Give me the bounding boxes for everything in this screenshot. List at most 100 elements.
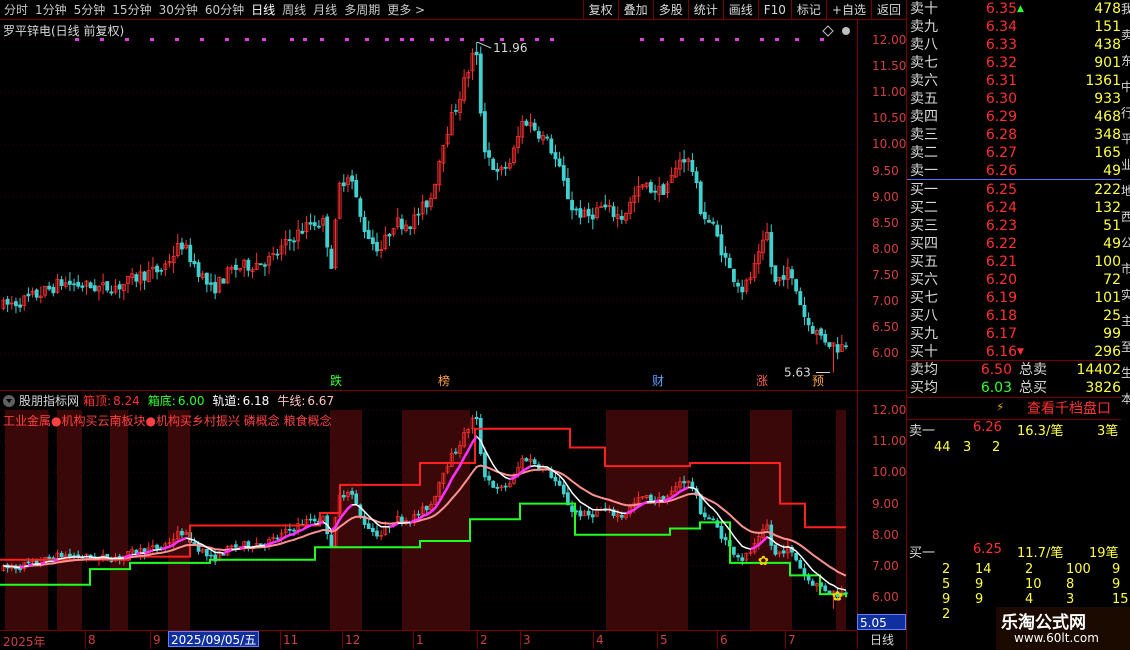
candle-body [723,252,728,258]
low-price-label: 5.63 [784,366,811,380]
buy-level-price: 6.18 [985,308,1017,324]
sell-level-row[interactable]: 卖二 6.27 165 [907,144,1121,162]
buy-level-row[interactable]: 买六 6.20 72 [907,271,1121,289]
toolbar-button[interactable]: +自选 [825,0,871,20]
period-tab[interactable]: 分时 [0,0,31,20]
date-tick-label: 4 [596,633,604,647]
price-axis: 12.00 11.50 11.00 10.50 10.00 9.50 9.00 8.50 8.0… [857,20,906,390]
date-tick-mark [85,631,86,649]
indicator-candle-body [619,515,624,518]
date-tick-label: 6 [720,633,728,647]
period-tab[interactable]: 60分钟 [201,0,247,20]
date-tick-mark [717,631,718,649]
view-full-depth-button[interactable]: 查看千档盘口 [1027,398,1111,418]
candlestick-chart[interactable]: 11.96 5.63 跌 榜 财 涨 预 [0,20,906,390]
side-strip-char: 实 [1121,288,1130,302]
candle-body [341,182,346,187]
toolbar-button[interactable]: 统计 [687,0,723,20]
sell1-avg: 16.3/笔 [1017,424,1064,439]
sell-level-volume: 468 [1094,109,1121,125]
sell-level-row[interactable]: 卖八 6.33 438 [907,36,1121,54]
signal-dot [460,38,464,41]
indicator-header: 股朋指标网 箱顶: 8.24 箱底: 6.00 轨道: 6.18 牛线: 6.67 [0,390,906,410]
sell-level-row[interactable]: 卖一 6.26 49 [907,162,1121,180]
toolbar-button[interactable]: 画线 [722,0,758,20]
sell-level-row[interactable]: 卖六 6.31 1361 [907,72,1121,90]
sell-level-row[interactable]: 卖十 6.35 ▲ 478 [907,0,1121,18]
toolbar-button[interactable]: 返回 [870,0,906,20]
sell-level-row[interactable]: 卖九 6.34 151 [907,18,1121,36]
toolbar-button[interactable]: 标记 [790,0,826,20]
buy-level-row[interactable]: 买九 6.17 99 [907,325,1121,343]
sell-level-label: 卖六 [910,73,938,89]
indicator-candle-body [736,555,740,558]
candle-body [325,216,330,248]
signal-dot [125,38,129,41]
candle-body [590,214,595,220]
period-tab[interactable]: 多周期 [340,0,383,20]
buy-level-row[interactable]: 买七 6.19 101 [907,289,1121,307]
period-tab[interactable]: 更多 > [383,0,428,20]
candle-body [810,325,815,334]
candle-body [424,200,429,208]
indicator-candle-body [416,513,421,516]
toolbar-button[interactable]: 复权 [582,0,618,20]
sell-level-row[interactable]: 卖四 6.29 468 [907,108,1121,126]
candle-body [715,224,720,237]
sell-level-label: 卖七 [910,55,938,71]
indicator-tick-label: 11.00 [872,434,907,449]
signal-dot [290,38,294,41]
buy-level-row[interactable]: 买一 6.25 222 [907,181,1121,199]
toolbar-button[interactable]: 多股 [652,0,688,20]
date-tick-mark [280,631,281,649]
sell-level-row[interactable]: 卖七 6.32 901 [907,54,1121,72]
date-tick-label: 8 [88,633,96,647]
date-cursor-label: 2025/09/05/五 [168,631,260,647]
period-tab[interactable]: 日线 [247,0,278,20]
indicator-tick-label: 10.00 [872,465,907,480]
indicator-value-label: 箱顶: [83,394,112,408]
buy-level-row[interactable]: 买二 6.24 132 [907,199,1121,217]
period-tab[interactable]: 月线 [309,0,340,20]
sell-level-price: 6.31 [985,73,1017,89]
sell-level-row[interactable]: 卖三 6.28 348 [907,126,1121,144]
buy1-queue-item: 5 [942,577,951,592]
candle-body [366,229,371,240]
buy-level-row[interactable]: 买三 6.23 51 [907,217,1121,235]
candle-body [603,204,608,208]
sell-level-row[interactable]: 卖五 6.30 933 [907,90,1121,108]
indicator-candle-body [707,517,711,520]
indicator-candle-body [312,518,317,522]
toolbar-button[interactable]: 叠加 [617,0,653,20]
period-tab[interactable]: 5分钟 [70,0,109,20]
buy-level-price: 6.22 [985,236,1017,252]
buy-level-row[interactable]: 买八 6.18 25 [907,307,1121,325]
candle-body [117,284,122,290]
period-tab[interactable]: 30分钟 [155,0,201,20]
signal-dot [365,38,369,41]
buy-level-price: 6.24 [985,200,1017,216]
buy-level-label: 买四 [910,236,938,252]
date-tick-label: 7 [788,633,796,647]
butterfly-icon: ✿ [758,554,769,569]
date-tick-label: 5 [660,633,668,647]
period-tab[interactable]: 1分钟 [31,0,70,20]
indicator-tick-label: 9.00 [872,496,899,511]
period-label[interactable]: 日线 [857,631,906,649]
signal-dot [820,38,824,41]
buy-level-row[interactable]: 买四 6.22 49 [907,235,1121,253]
high-pointer [476,41,492,49]
candle-body [727,257,732,269]
buy-level-row[interactable]: 买五 6.21 100 [907,253,1121,271]
candle-body [258,263,263,266]
period-tab[interactable]: 15分钟 [108,0,154,20]
watermark-url: www.60lt.com [1014,631,1099,645]
indicator-name[interactable]: 股朋指标网 [19,392,79,409]
buy-level-price: 6.23 [985,218,1017,234]
buy-level-row[interactable]: 买十 6.16 ▼ 296 [907,343,1121,361]
indicator-dropdown-icon[interactable] [3,394,15,407]
period-tab[interactable]: 周线 [278,0,309,20]
date-tick-mark [520,631,521,649]
indicator-candle-body [495,486,500,489]
toolbar-button[interactable]: F10 [757,0,791,20]
